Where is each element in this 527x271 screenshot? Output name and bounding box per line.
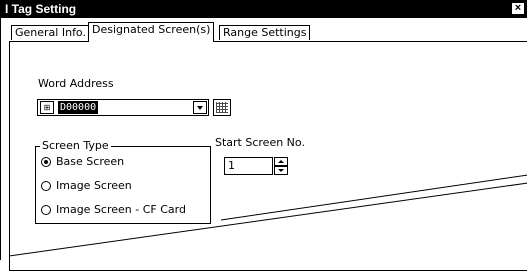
keypad-button[interactable] — [213, 99, 231, 116]
radio-image-screen-cf-card-label: Image Screen - CF Card — [56, 203, 186, 216]
tab-designated-screens[interactable]: Designated Screen(s) — [88, 22, 215, 42]
radio-selected-icon — [41, 157, 51, 167]
title-bar: I Tag Setting × — [1, 0, 527, 18]
word-address-combobox[interactable]: ⊞ D00000 — [37, 99, 209, 116]
close-button[interactable]: × — [511, 2, 525, 15]
spin-up-button[interactable] — [274, 157, 288, 166]
window-title: I Tag Setting — [5, 2, 77, 16]
radio-unselected-icon — [41, 205, 51, 215]
address-type-icon[interactable]: ⊞ — [40, 101, 54, 114]
tag-setting-dialog: I Tag Setting × General Info. Designated… — [0, 0, 527, 271]
chevron-down-icon[interactable] — [193, 101, 207, 114]
keypad-icon — [216, 102, 228, 113]
radio-unselected-icon — [41, 181, 51, 191]
tab-general-info[interactable]: General Info. — [11, 25, 90, 40]
radio-image-screen-label: Image Screen — [56, 179, 132, 192]
radio-image-screen[interactable]: Image Screen — [41, 179, 201, 193]
radio-base-screen-label: Base Screen — [56, 155, 125, 168]
screen-type-group: Screen Type Base Screen Image Screen Ima… — [35, 139, 211, 224]
radio-base-screen[interactable]: Base Screen — [41, 155, 201, 169]
close-icon: × — [514, 2, 522, 14]
radio-image-screen-cf-card[interactable]: Image Screen - CF Card — [41, 203, 201, 217]
word-address-label: Word Address — [38, 77, 114, 90]
start-screen-input[interactable]: 1 — [224, 157, 273, 175]
screen-type-legend: Screen Type — [40, 139, 111, 152]
tab-range-settings[interactable]: Range Settings — [219, 25, 311, 40]
start-screen-label: Start Screen No. — [215, 136, 305, 149]
spin-down-button[interactable] — [274, 166, 288, 175]
word-address-value: D00000 — [58, 101, 99, 114]
